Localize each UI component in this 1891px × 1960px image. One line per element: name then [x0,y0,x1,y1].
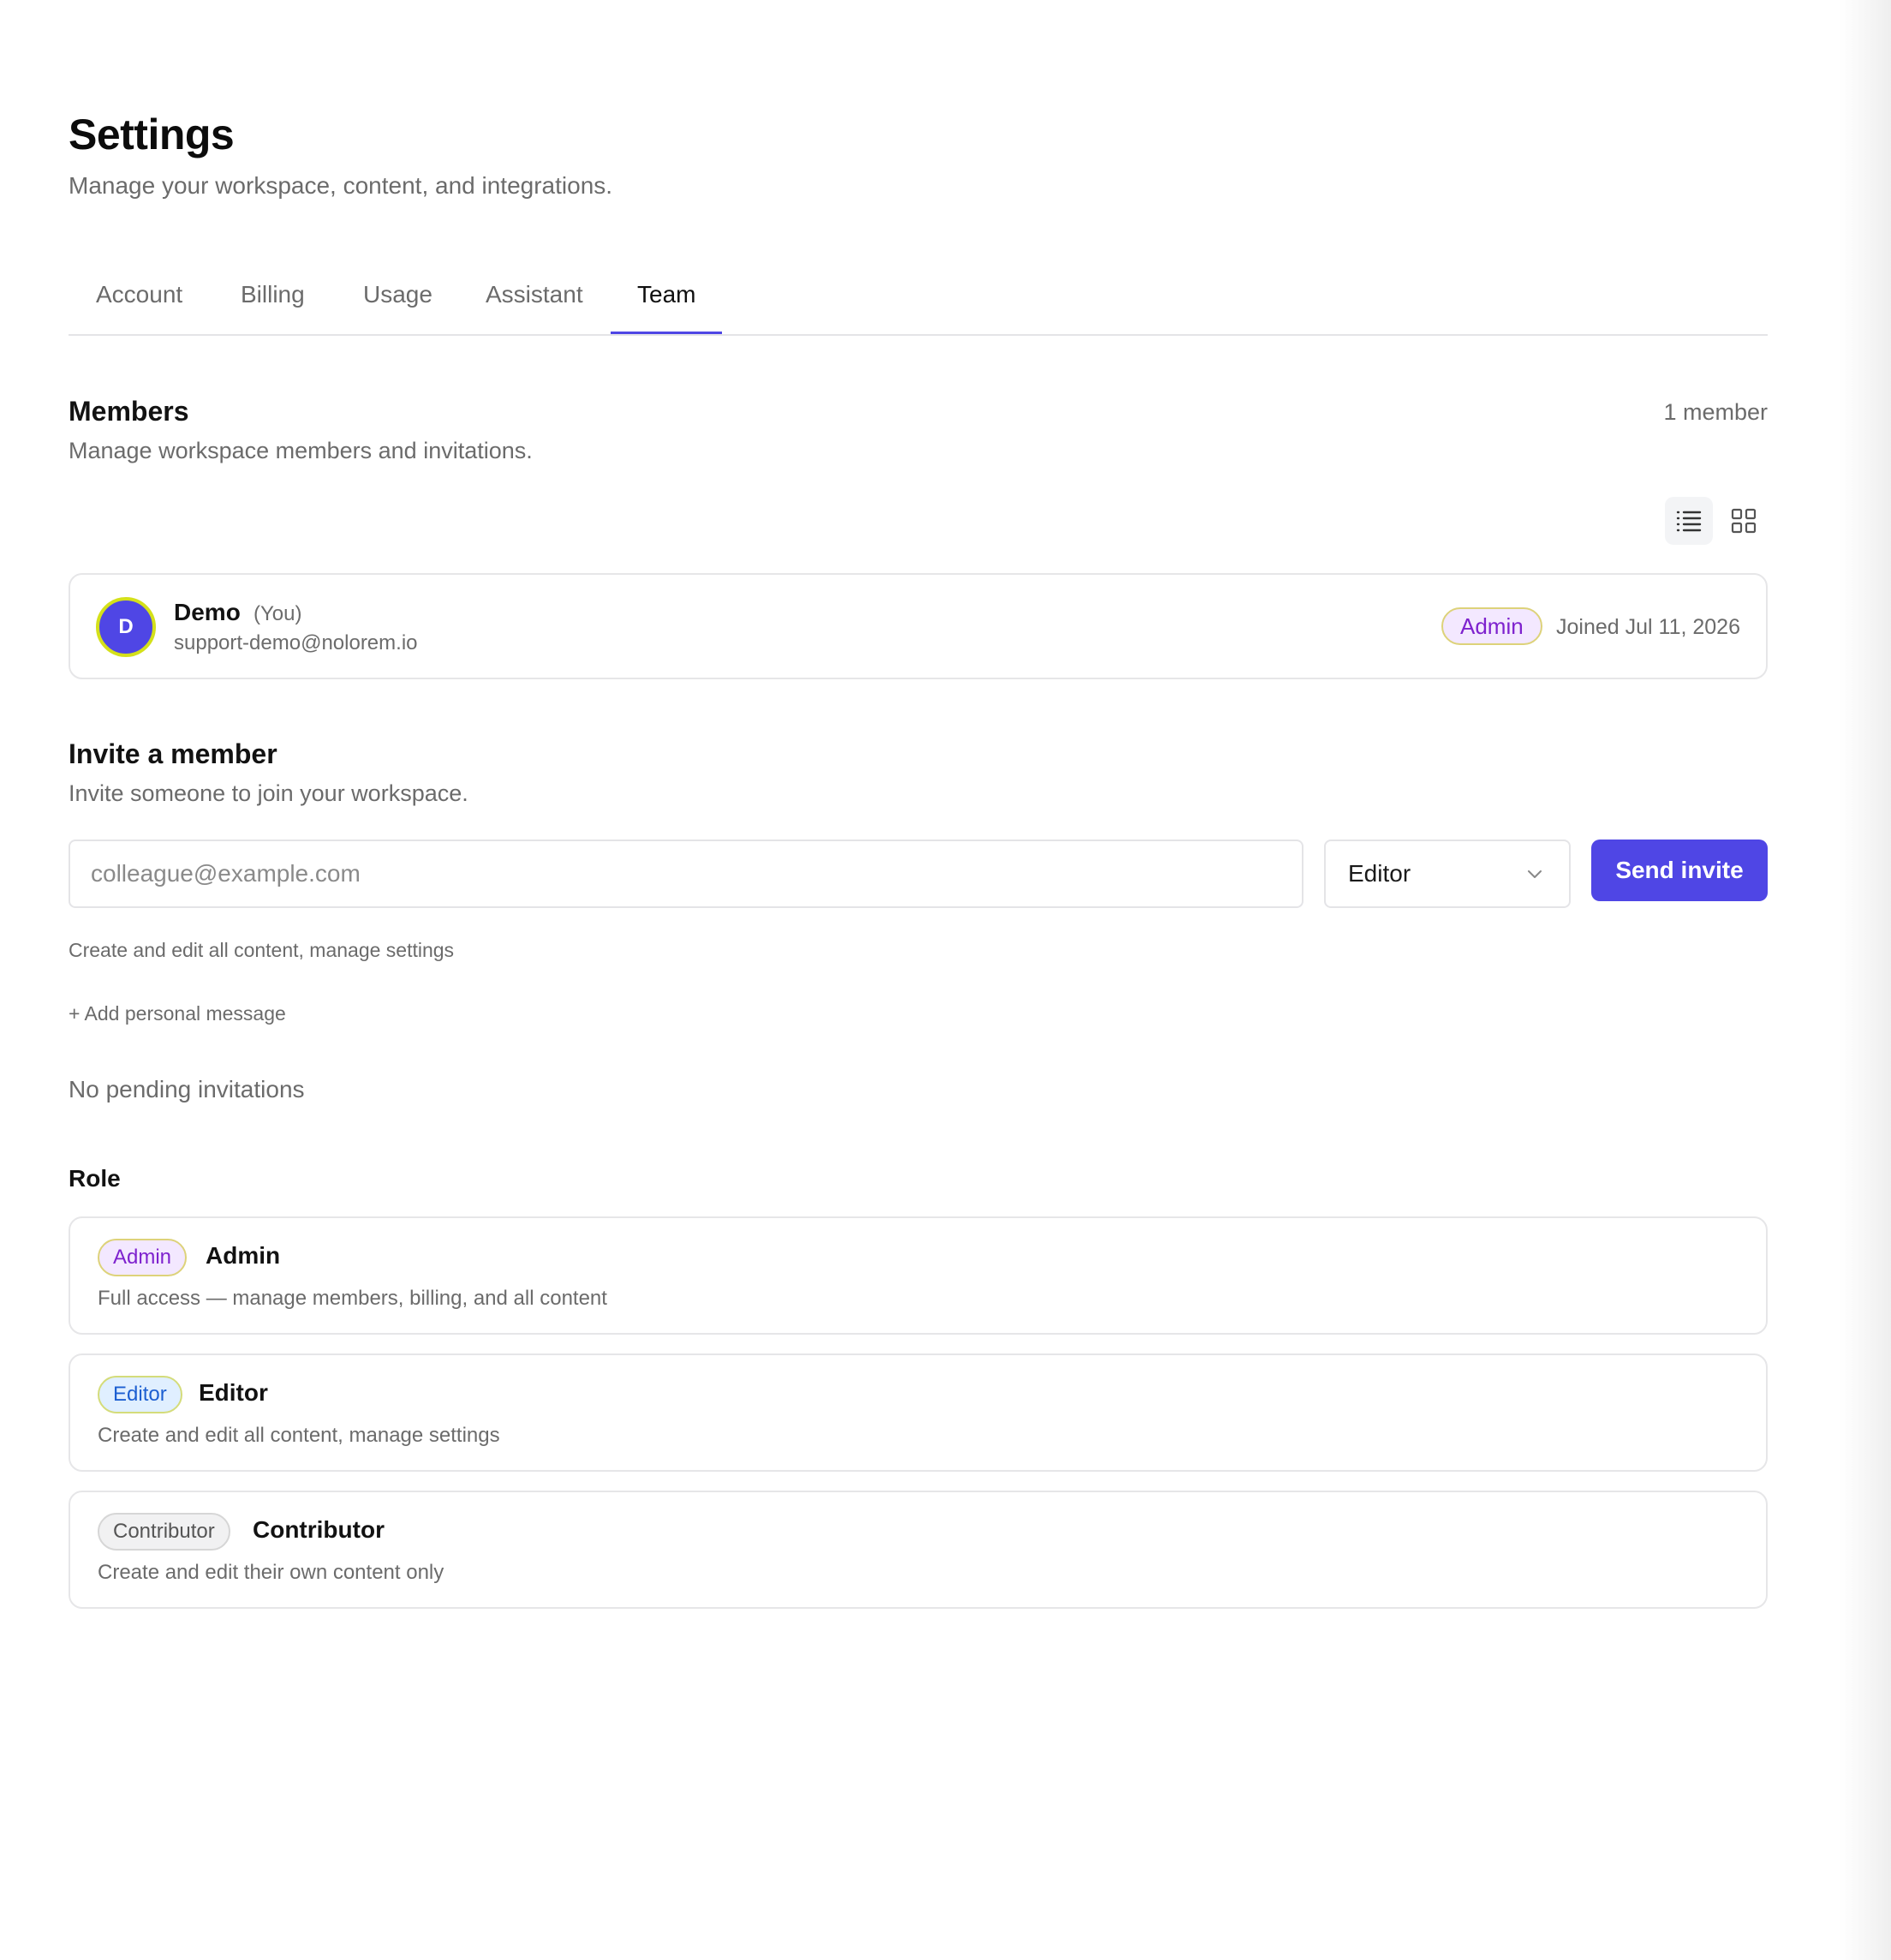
grid-view-button[interactable] [1720,497,1768,545]
role-badge-contributor: Contributor [98,1513,230,1551]
role-description: Create and edit their own content only [98,1561,444,1584]
role-badge-admin: Admin [98,1239,188,1276]
role-card-admin: Admin Admin Full access — manage members… [69,1216,1768,1335]
window-edge-shadow [1840,0,1891,1960]
tab-team[interactable]: Team [637,281,695,308]
avatar: D [96,597,156,657]
chevron-down-icon [1528,870,1542,878]
role-name: Editor [199,1379,268,1406]
invite-section-title: Invite a member [69,738,277,769]
role-name: Contributor [253,1516,385,1543]
page-title: Settings [69,111,235,158]
invite-email-input[interactable] [69,840,1303,908]
member-email: support-demo@nolorem.io [174,631,418,654]
selected-role-description: Create and edit all content, manage sett… [69,939,455,961]
grid-view-icon [1731,508,1757,534]
role-badge-editor: Editor [98,1376,182,1413]
tab-assistant[interactable]: Assistant [486,281,583,308]
list-view-icon [1676,511,1702,532]
members-section-title: Members [69,396,189,427]
role-description: Create and edit all content, manage sett… [98,1424,500,1447]
page-subtitle: Manage your workspace, content, and inte… [69,172,613,199]
send-invite-button[interactable]: Send invite [1591,840,1768,901]
member-count: 1 member [1663,399,1768,425]
invite-section-subtitle: Invite someone to join your workspace. [69,780,468,806]
tab-billing[interactable]: Billing [241,281,305,308]
invite-role-select[interactable]: Editor [1324,840,1571,908]
member-name: Demo [174,599,241,625]
role-card-editor: Editor Editor Create and edit all conten… [69,1353,1768,1472]
add-personal-message-link[interactable]: + Add personal message [69,1002,286,1025]
members-section-subtitle: Manage workspace members and invitations… [69,438,533,463]
member-you-label: (You) [254,602,302,625]
active-tab-indicator [611,332,722,334]
settings-tabs: Account Billing Usage Assistant Team [69,266,1768,336]
role-section-heading: Role [69,1165,121,1192]
member-role-badge: Admin [1441,607,1542,645]
role-description: Full access — manage members, billing, a… [98,1287,607,1310]
role-card-contributor: Contributor Contributor Create and edit … [69,1491,1768,1609]
role-select-value: Editor [1348,860,1411,887]
pending-invitations-status: No pending invitations [69,1076,305,1102]
tab-account[interactable]: Account [96,281,182,308]
member-row: D Demo (You) support-demo@nolorem.io Adm… [69,573,1768,679]
list-view-button[interactable] [1665,497,1713,545]
tab-usage[interactable]: Usage [363,281,432,308]
role-name: Admin [206,1242,281,1269]
member-joined-date: Joined Jul 11, 2026 [1556,615,1740,639]
